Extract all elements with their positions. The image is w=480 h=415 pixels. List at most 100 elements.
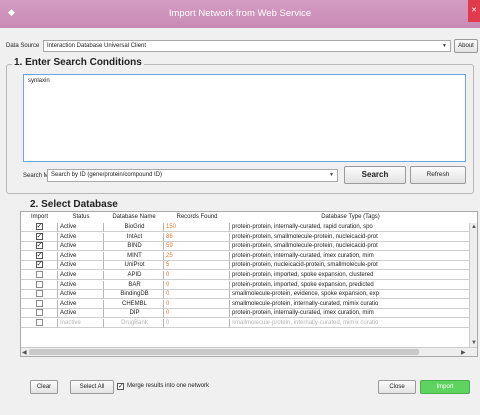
table-row[interactable]: Active APID 0 protein-protein, imported, sp… [21, 271, 477, 280]
import-checkbox[interactable] [35, 299, 43, 307]
status-cell: Active [58, 280, 104, 290]
import-checkbox[interactable]: ✓ [35, 261, 43, 269]
table-row[interactable]: Active DIP 0 protein-protein, internally-cu… [21, 309, 477, 319]
database-type-cell: protein-protein, imported, spoke expansi… [230, 271, 471, 280]
import-checkbox[interactable] [35, 290, 43, 298]
database-type-cell: protein-protein, internally-curated, ime… [230, 251, 471, 261]
database-type-cell: protein-protein, internally-curated, rap… [230, 223, 471, 232]
database-type-cell: protein-protein, imported, spoke expansi… [230, 280, 471, 290]
merge-checkbox[interactable]: ✓ [117, 383, 124, 390]
database-name-cell: BIND [104, 242, 164, 252]
search-mode-value: Search by ID (gene/protein/compound ID) [51, 172, 163, 178]
records-found-cell: 0 [164, 280, 230, 290]
table-row[interactable]: ✓ Active UniProt 5 protein-protein, nucleica… [21, 261, 477, 271]
search-button[interactable]: Search [344, 166, 406, 184]
about-button[interactable]: About [454, 39, 478, 53]
import-checkbox[interactable] [35, 280, 43, 288]
select-all-button[interactable]: Select All [70, 380, 114, 394]
close-button[interactable]: Close [378, 380, 416, 394]
status-cell: Active [58, 271, 104, 280]
import-checkbox-cell [21, 299, 58, 309]
import-checkbox-cell: ✓ [21, 251, 58, 261]
status-cell: Active [58, 309, 104, 319]
section2-heading: 2. Select Database [30, 199, 118, 210]
status-cell: Active [58, 290, 104, 300]
chevron-down-icon: ▼ [329, 172, 334, 178]
status-cell: Active [58, 299, 104, 309]
column-header-status[interactable]: Status [58, 212, 104, 223]
horizontal-scrollbar[interactable]: ◀ ▶ [21, 347, 477, 356]
import-checkbox[interactable]: ✓ [35, 232, 43, 240]
title-bar: ◆ Import Network from Web Service ✕ [0, 0, 480, 28]
status-cell: Active [58, 251, 104, 261]
database-type-cell: smallmolecule-protein, internally-curate… [230, 319, 471, 328]
table-row[interactable]: ✓ Active MINT 25 protein-protein, internally… [21, 251, 477, 261]
import-checkbox-cell: ✓ [21, 223, 58, 232]
column-header-database-type[interactable]: Database Type (Tags) [230, 212, 471, 223]
table-row[interactable]: Active BAR 0 protein-protein, imported, spo… [21, 280, 477, 290]
records-found-cell: 0 [164, 299, 230, 309]
status-cell: Active [58, 223, 104, 232]
close-window-button[interactable]: ✕ [468, 0, 480, 22]
status-cell: Active [58, 261, 104, 271]
scroll-right-icon[interactable]: ▶ [461, 349, 466, 356]
records-found-cell: 0 [164, 271, 230, 280]
database-name-cell: CHEMBL [104, 299, 164, 309]
section1-heading: 1. Enter Search Conditions [12, 57, 144, 68]
database-name-cell: DIP [104, 309, 164, 319]
database-table: Import Status Database Name Records Foun… [20, 211, 478, 357]
scroll-down-icon[interactable]: ▼ [471, 340, 477, 346]
vertical-scrollbar[interactable]: ▲ ▼ [469, 223, 477, 348]
import-checkbox[interactable] [35, 319, 43, 326]
database-name-cell: MINT [104, 251, 164, 261]
records-found-cell: 0 [164, 290, 230, 300]
database-type-cell: protein-protein, smallmolecule-protein, … [230, 232, 471, 242]
data-source-select[interactable]: Interaction Database Universal Client ▼ [43, 40, 451, 52]
refresh-button[interactable]: Refresh [410, 166, 466, 184]
import-checkbox[interactable] [35, 309, 43, 317]
table-row[interactable]: ✓ Active BIND 59 protein-protein, smallmolec… [21, 242, 477, 252]
column-header-database-name[interactable]: Database Name [104, 212, 164, 223]
status-cell: Active [58, 232, 104, 242]
database-name-cell: APID [104, 271, 164, 280]
table-row[interactable]: ✓ Active IntAct 86 protein-protein, smallmol… [21, 232, 477, 242]
records-found-cell: 150 [164, 223, 230, 232]
search-mode-select[interactable]: Search by ID (gene/protein/compound ID) … [47, 169, 338, 182]
database-name-cell: UniProt [104, 261, 164, 271]
table-row[interactable]: Active BindingDB 0 smallmolecule-protein, e… [21, 290, 477, 300]
import-checkbox-cell [21, 271, 58, 280]
search-query-text: synlaxin [28, 78, 50, 84]
database-type-cell: smallmolecule-protein, evidence, spoke e… [230, 290, 471, 300]
table-row[interactable]: ✓ Active BioGrid 150 protein-protein, intern… [21, 223, 477, 232]
column-header-records-found[interactable]: Records Found [164, 212, 230, 223]
window-title: Import Network from Web Service [168, 8, 312, 19]
table-row[interactable]: Active CHEMBL 0 smallmolecule-protein, inte… [21, 299, 477, 309]
clear-button[interactable]: Clear [30, 380, 58, 394]
import-checkbox-cell [21, 319, 58, 328]
import-checkbox-cell [21, 290, 58, 300]
import-button[interactable]: Import [420, 380, 470, 394]
chevron-down-icon: ▼ [442, 43, 447, 49]
scroll-left-icon[interactable]: ◀ [22, 349, 27, 356]
scroll-up-icon[interactable]: ▲ [471, 224, 477, 230]
records-found-cell: 25 [164, 251, 230, 261]
import-checkbox-cell [21, 280, 58, 290]
status-cell: Inactive [58, 319, 104, 328]
import-checkbox[interactable]: ✓ [35, 223, 43, 230]
column-header-import[interactable]: Import [21, 212, 58, 223]
status-cell: Active [58, 242, 104, 252]
merge-label: Merge results into one network [127, 383, 210, 389]
horizontal-scroll-thumb[interactable] [29, 349, 419, 355]
database-name-cell: IntAct [104, 232, 164, 242]
search-query-textarea[interactable]: synlaxin [23, 74, 466, 162]
import-checkbox[interactable]: ✓ [35, 251, 43, 259]
table-row[interactable]: Inactive DrugBank 0 smallmolecule-protein, … [21, 319, 477, 328]
database-type-cell: protein-protein, nucleicacid-protein, sm… [230, 261, 471, 271]
records-found-cell: 0 [164, 309, 230, 319]
import-checkbox[interactable]: ✓ [35, 242, 43, 250]
database-name-cell: BindingDB [104, 290, 164, 300]
database-type-cell: protein-protein, internally-curated, ime… [230, 309, 471, 319]
data-source-value: Interaction Database Universal Client [47, 43, 147, 49]
import-checkbox[interactable] [35, 271, 43, 278]
records-found-cell: 5 [164, 261, 230, 271]
